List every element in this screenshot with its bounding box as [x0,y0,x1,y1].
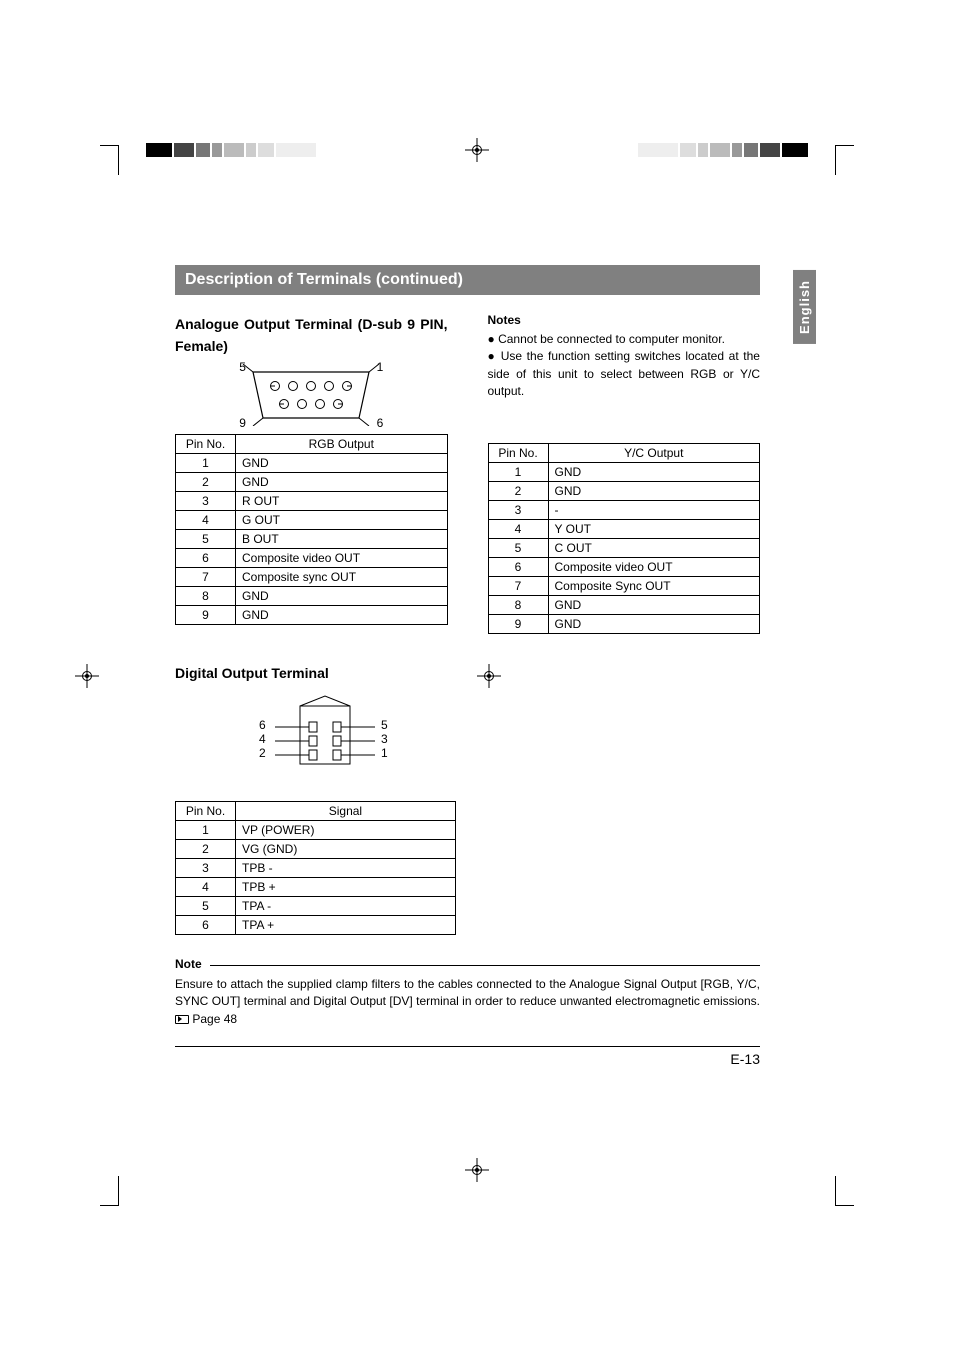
reg-center-icon [465,138,489,162]
table-row: 1GND [176,453,448,472]
table-row: 8GND [488,595,760,614]
digital-signal-table: Pin No. Signal 1VP (POWER) 2VG (GND) 3TP… [175,801,456,935]
ieee1394-figure: 6 4 2 5 3 1 [235,694,415,787]
footer-rule [175,1046,760,1047]
digital-output-section: Digital Output Terminal [175,662,760,935]
col-header: Pin No. [176,434,236,453]
table-row: 2GND [488,481,760,500]
crop-mark [814,1171,854,1231]
digital-heading: Digital Output Terminal [175,662,760,684]
page-number: E-13 [175,1051,760,1067]
crop-mark [814,120,854,180]
right-column: Notes Cannot be connected to computer mo… [488,313,761,634]
table-row: 4TPB + [176,877,456,896]
note-body: Ensure to attach the supplied clamp filt… [175,976,760,1028]
fig-label-4: 4 [259,732,266,746]
crop-mark [100,1171,140,1231]
col-header: Pin No. [488,443,548,462]
table-row: 1VP (POWER) [176,820,456,839]
col-header: RGB Output [236,434,448,453]
print-registration-bottom [0,1150,954,1190]
reg-center-icon [465,1158,489,1182]
reference-icon [175,1015,189,1024]
table-row: 5B OUT [176,529,448,548]
page-reference: Page 48 [192,1012,237,1026]
yc-output-table: Pin No. Y/C Output 1GND 2GND 3- 4Y OUT 5… [488,443,761,634]
table-row: 6Composite video OUT [488,557,760,576]
rgb-output-table: Pin No. RGB Output 1GND 2GND 3R OUT 4G O… [175,434,448,625]
fig-label-2: 2 [259,746,266,760]
section-header: Description of Terminals (continued) [175,265,760,295]
table-row: 1GND [488,462,760,481]
table-row: 6TPA + [176,915,456,934]
table-row: 3TPB - [176,858,456,877]
note-item: Use the function setting switches locate… [488,348,761,400]
table-row: 2VG (GND) [176,839,456,858]
table-row: 4Y OUT [488,519,760,538]
fig-label-5: 5 [381,718,388,732]
table-row: 9GND [176,605,448,624]
table-row: 5C OUT [488,538,760,557]
table-row: 8GND [176,586,448,605]
crop-mark [100,120,140,180]
dsub-connector-icon [241,364,381,426]
col-header: Signal [236,801,456,820]
reg-center-icon [75,664,99,688]
language-tab: English [793,270,816,344]
print-registration-top [0,130,954,170]
table-row: 3- [488,500,760,519]
dsub9-figure: 5 1 9 6 [211,364,411,426]
table-row: 7Composite Sync OUT [488,576,760,595]
left-column: Analogue Output Terminal (D-sub 9 PIN, F… [175,313,448,634]
dsub-label-1: 1 [377,360,384,374]
fig-label-1: 1 [381,746,388,760]
fig-label-6: 6 [259,718,266,732]
table-row: 7Composite sync OUT [176,567,448,586]
col-header: Pin No. [176,801,236,820]
note-item: Cannot be connected to computer monitor. [488,331,761,348]
table-row: 9GND [488,614,760,633]
note-label: Note [175,957,210,971]
table-row: 5TPA - [176,896,456,915]
table-row: 2GND [176,472,448,491]
table-row: 4G OUT [176,510,448,529]
note-divider: Note [175,965,760,966]
notes-list: Cannot be connected to computer monitor.… [488,331,761,401]
analogue-heading: Analogue Output Terminal (D-sub 9 PIN, F… [175,313,448,358]
notes-heading: Notes [488,313,761,327]
table-row: 3R OUT [176,491,448,510]
col-header: Y/C Output [548,443,760,462]
dsub-label-5: 5 [239,360,246,374]
page-content: Description of Terminals (continued) Ana… [175,265,760,1067]
table-row: 6Composite video OUT [176,548,448,567]
dsub-label-6: 6 [377,416,384,430]
dsub-label-9: 9 [239,416,246,430]
fig-label-3: 3 [381,732,388,746]
